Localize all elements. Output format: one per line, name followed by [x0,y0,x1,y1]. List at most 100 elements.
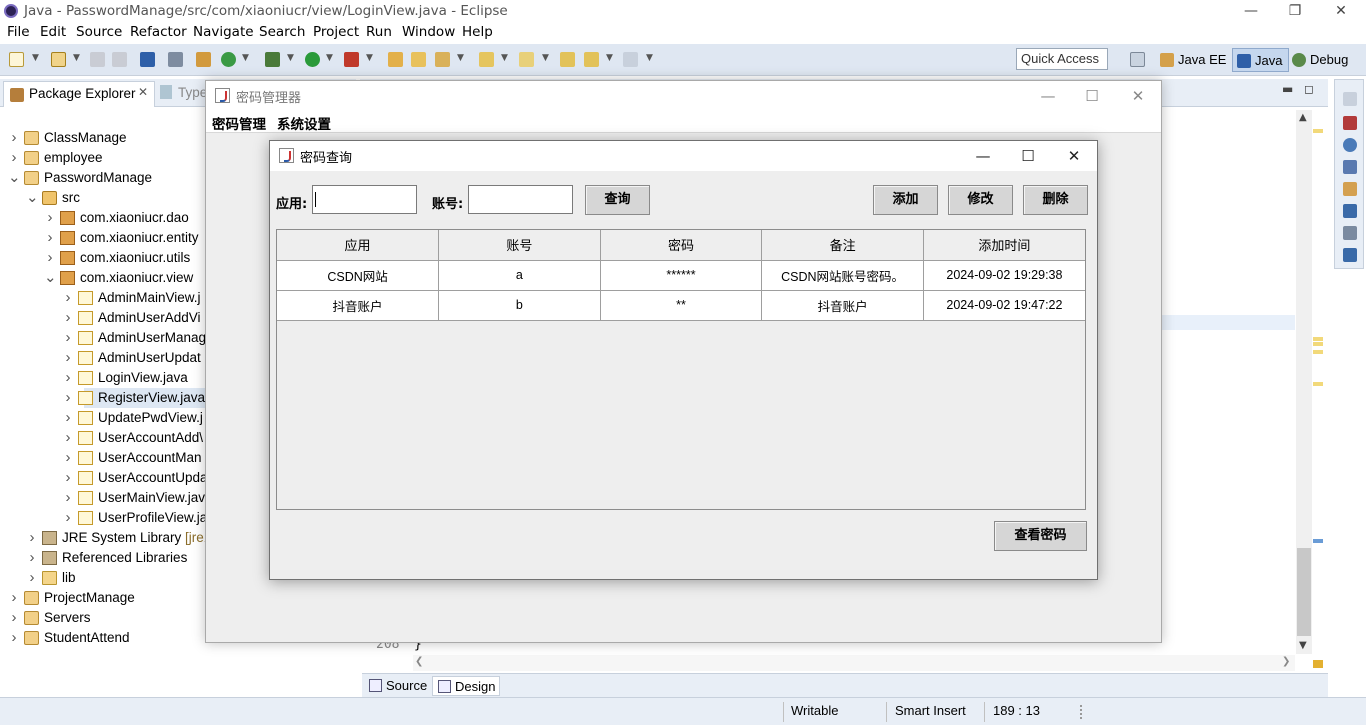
column-header[interactable]: 备注 [761,230,924,261]
chevron-down-icon[interactable]: ▼ [542,53,549,63]
save-all-icon[interactable] [112,52,127,67]
close-icon[interactable]: ✕ [138,85,148,99]
chevron-right-icon[interactable]: › [62,428,74,448]
run-icon[interactable] [305,52,320,67]
chevron-right-icon[interactable]: › [44,228,56,248]
tab-type-hierarchy[interactable]: Type [160,85,207,100]
open-perspective-icon[interactable] [1130,52,1145,67]
chevron-right-icon[interactable]: › [62,468,74,488]
chevron-right-icon[interactable]: › [8,128,20,148]
menu-file[interactable]: File [7,24,30,40]
minimize-button[interactable]: — [1228,0,1274,23]
overview-marker[interactable] [1313,660,1323,668]
open-folder-icon[interactable] [411,52,426,67]
menu-system-settings[interactable]: 系统设置 [277,113,331,133]
frame-maximize-button[interactable]: ☐ [1072,83,1112,109]
chevron-down-icon[interactable]: ▼ [242,53,249,63]
column-header[interactable]: 应用 [277,230,440,261]
save-icon[interactable] [90,52,105,67]
table-cell[interactable]: ** [600,290,763,321]
javadoc-icon[interactable] [1343,138,1357,152]
chevron-right-icon[interactable]: › [26,548,38,568]
back-icon[interactable] [584,52,599,67]
app-input[interactable] [312,185,417,214]
new-project-icon[interactable] [51,52,66,67]
editor-horizontal-scrollbar[interactable] [413,655,1295,671]
view-password-button[interactable]: 查看密码 [994,521,1087,551]
table-cell[interactable]: 2024-09-02 19:29:38 [923,260,1085,291]
maximize-view-icon[interactable]: ◻ [1304,82,1314,96]
delete-button[interactable]: 删除 [1023,185,1088,215]
tasks-icon[interactable] [1343,248,1357,262]
hammer-icon[interactable] [1343,182,1357,196]
declaration-icon[interactable] [1343,160,1357,174]
menu-run[interactable]: Run [366,24,392,40]
add-button[interactable]: 添加 [873,185,938,215]
overview-marker[interactable] [1313,337,1323,341]
query-button[interactable]: 查询 [585,185,650,215]
chevron-right-icon[interactable]: › [62,488,74,508]
forward-icon[interactable] [623,52,638,67]
restore-icon[interactable] [1343,92,1357,106]
build-icon[interactable] [196,52,211,67]
perspective-java[interactable]: Java [1232,48,1290,72]
table-cell[interactable]: 抖音账户 [761,290,924,321]
menu-source[interactable]: Source [76,24,122,40]
new-icon[interactable] [9,52,24,67]
outline-icon[interactable] [1343,116,1357,130]
close-button[interactable]: ✕ [1318,0,1364,23]
chevron-down-icon[interactable]: ▼ [287,53,294,63]
frame-minimize-button[interactable]: — [1028,83,1068,109]
overview-marker[interactable] [1313,350,1323,354]
last-edit-icon[interactable] [560,52,575,67]
dialog-minimize-button[interactable]: — [963,143,1003,169]
menu-refactor[interactable]: Refactor [130,24,187,40]
chevron-right-icon[interactable]: › [8,148,20,168]
account-input[interactable] [468,185,573,214]
chevron-right-icon[interactable]: › [8,608,20,628]
dialog-close-button[interactable]: ✕ [1054,143,1094,169]
chevron-right-icon[interactable]: › [62,388,74,408]
menu-navigate[interactable]: Navigate [193,24,254,40]
chevron-down-icon[interactable]: ▼ [32,53,39,63]
console-icon[interactable] [1343,204,1357,218]
chevron-right-icon[interactable]: › [62,308,74,328]
perspective-debug[interactable]: Debug [1288,48,1354,72]
overview-marker[interactable] [1313,129,1323,133]
chevron-right-icon[interactable]: › [62,368,74,388]
chevron-right-icon[interactable]: › [62,508,74,528]
chevron-right-icon[interactable]: › [44,248,56,268]
password-table[interactable]: 应用 账号 密码 备注 添加时间 CSDN网站 a ****** CSDN网站账… [276,229,1086,510]
annotation-icon[interactable] [479,52,494,67]
tab-design[interactable]: Design [432,676,501,696]
chevron-right-icon[interactable]: › [8,628,20,648]
table-row[interactable]: CSDN网站 a ****** CSDN网站账号密码。 2024-09-02 1… [277,260,1085,291]
chevron-down-icon[interactable]: ▼ [73,53,80,63]
scroll-down-icon[interactable]: ▼ [1299,640,1307,651]
status-trim-handle[interactable] [1080,705,1083,719]
chevron-right-icon[interactable]: › [8,588,20,608]
table-cell[interactable]: 2024-09-02 19:47:22 [923,290,1085,321]
open-type-icon[interactable] [388,52,403,67]
chevron-down-icon[interactable]: ▼ [457,53,464,63]
table-cell[interactable]: ****** [600,260,763,291]
table-cell[interactable]: 抖音账户 [277,290,440,321]
perspective-java-ee[interactable]: Java EE [1156,48,1232,72]
external-tools-icon[interactable] [344,52,359,67]
scroll-left-icon[interactable]: ❮ [415,656,423,667]
menu-window[interactable]: Window [402,24,455,40]
chevron-down-icon[interactable]: ▼ [366,53,373,63]
scroll-right-icon[interactable]: ❯ [1282,656,1290,667]
skip-breakpoints-icon[interactable] [168,52,183,67]
column-header[interactable]: 账号 [438,230,601,261]
chevron-down-icon[interactable]: ▼ [501,53,508,63]
restore-button[interactable]: ❐ [1272,0,1318,23]
next-annotation-icon[interactable] [519,52,534,67]
chevron-right-icon[interactable]: › [62,328,74,348]
chevron-down-icon[interactable]: ⌄ [44,268,57,288]
overview-marker[interactable] [1313,342,1323,346]
chevron-right-icon[interactable]: › [62,408,74,428]
chevron-down-icon[interactable]: ▼ [646,53,653,63]
chevron-right-icon[interactable]: › [44,208,56,228]
overview-marker[interactable] [1313,382,1323,386]
